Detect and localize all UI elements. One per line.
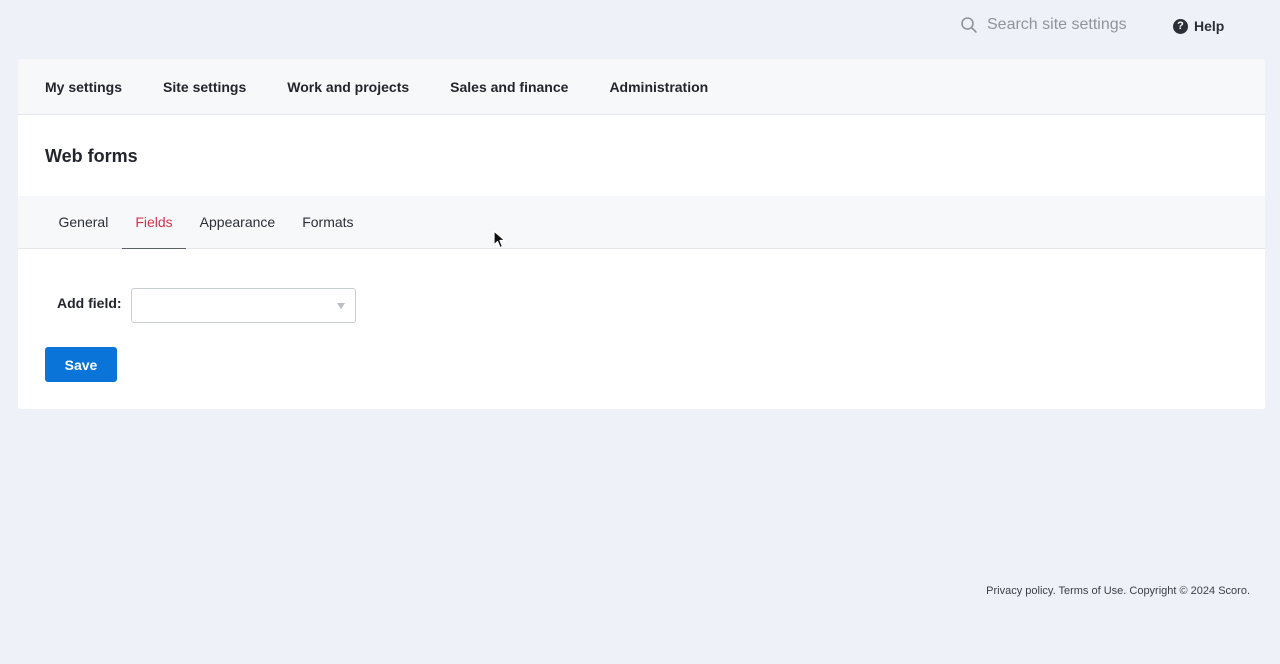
help-link[interactable]: ? Help (1173, 16, 1224, 36)
page-title: Web forms (45, 146, 138, 166)
chevron-down-icon (337, 303, 345, 309)
main-navigation: My settings Site settings Work and proje… (18, 59, 1265, 115)
tab-fields[interactable]: Fields (121, 196, 187, 249)
tab-appearance[interactable]: Appearance (186, 196, 289, 248)
settings-card: My settings Site settings Work and proje… (18, 59, 1265, 409)
nav-my-settings[interactable]: My settings (45, 79, 122, 95)
site-search[interactable] (960, 13, 1128, 37)
nav-administration[interactable]: Administration (609, 79, 708, 95)
tab-formats[interactable]: Formats (289, 196, 367, 248)
help-label: Help (1194, 18, 1225, 34)
save-button[interactable]: Save (45, 347, 117, 382)
tab-general[interactable]: General (45, 196, 122, 248)
search-input[interactable] (987, 16, 1127, 34)
nav-site-settings[interactable]: Site settings (163, 79, 246, 95)
top-bar: ? Help (0, 0, 1280, 50)
search-icon (961, 17, 977, 33)
footer-text: Privacy policy. Terms of Use. Copyright … (986, 585, 1250, 597)
nav-work-and-projects[interactable]: Work and projects (287, 79, 409, 95)
tab-bar: General Fields Appearance Formats (18, 196, 1265, 249)
question-circle-icon: ? (1173, 18, 1188, 34)
nav-sales-and-finance[interactable]: Sales and finance (450, 79, 568, 95)
add-field-select[interactable] (131, 288, 356, 323)
add-field-label: Add field: (57, 295, 122, 311)
